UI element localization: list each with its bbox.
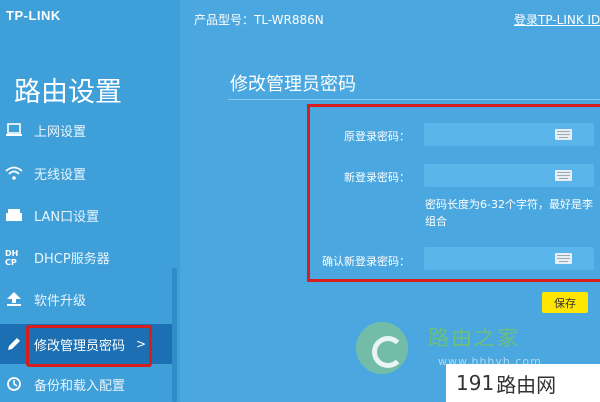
- brand-badge: 191 路由网: [446, 364, 600, 402]
- title-divider: [228, 99, 600, 100]
- sidebar-item-label: 备份和载入配置: [34, 378, 126, 394]
- highlight-box-nav: [26, 325, 152, 367]
- save-button[interactable]: 保存: [542, 292, 588, 313]
- laptop-icon: [5, 121, 23, 139]
- sidebar-item-wireless[interactable]: 无线设置: [0, 153, 172, 193]
- upload-icon: [5, 290, 23, 308]
- pencil-icon: [5, 335, 23, 353]
- product-model: 产品型号：TL-WR886N: [194, 13, 324, 27]
- sidebar-title: 路由设置: [14, 77, 122, 108]
- backup-icon: [5, 375, 23, 393]
- brand-badge-number: 191: [456, 371, 495, 395]
- tp-link-logo: TP-LINK: [6, 8, 61, 23]
- sidebar-item-internet[interactable]: 上网设置: [0, 110, 172, 150]
- sidebar-item-dhcp[interactable]: DH CP DHCP服务器: [0, 237, 172, 277]
- watermark-site-name: 路由之家: [428, 326, 520, 350]
- lan-port-icon: [5, 206, 23, 224]
- sidebar-item-label: LAN口设置: [34, 209, 100, 225]
- sidebar-item-label: DHCP服务器: [34, 251, 110, 267]
- sidebar-scrollbar[interactable]: [172, 268, 177, 402]
- sidebar-item-label: 上网设置: [34, 124, 87, 140]
- dhcp-icon: DH CP: [5, 248, 23, 266]
- sidebar-item-label: 无线设置: [34, 167, 87, 183]
- sidebar-item-label: 软件升级: [34, 293, 87, 309]
- highlight-box-form: [307, 104, 600, 282]
- sidebar-item-backup[interactable]: 备份和载入配置: [0, 364, 172, 402]
- login-tplink-id-link[interactable]: 登录TP-LINK ID: [514, 11, 600, 28]
- watermark-logo-icon: [356, 322, 408, 374]
- sidebar-item-lan[interactable]: LAN口设置: [0, 195, 172, 235]
- brand-badge-text: 路由网: [496, 372, 557, 397]
- svg-text:DH: DH: [5, 249, 18, 258]
- wifi-icon: [5, 164, 23, 182]
- svg-text:CP: CP: [5, 258, 17, 266]
- page-title: 修改管理员密码: [230, 74, 356, 95]
- sidebar-item-firmware[interactable]: 软件升级: [0, 279, 172, 319]
